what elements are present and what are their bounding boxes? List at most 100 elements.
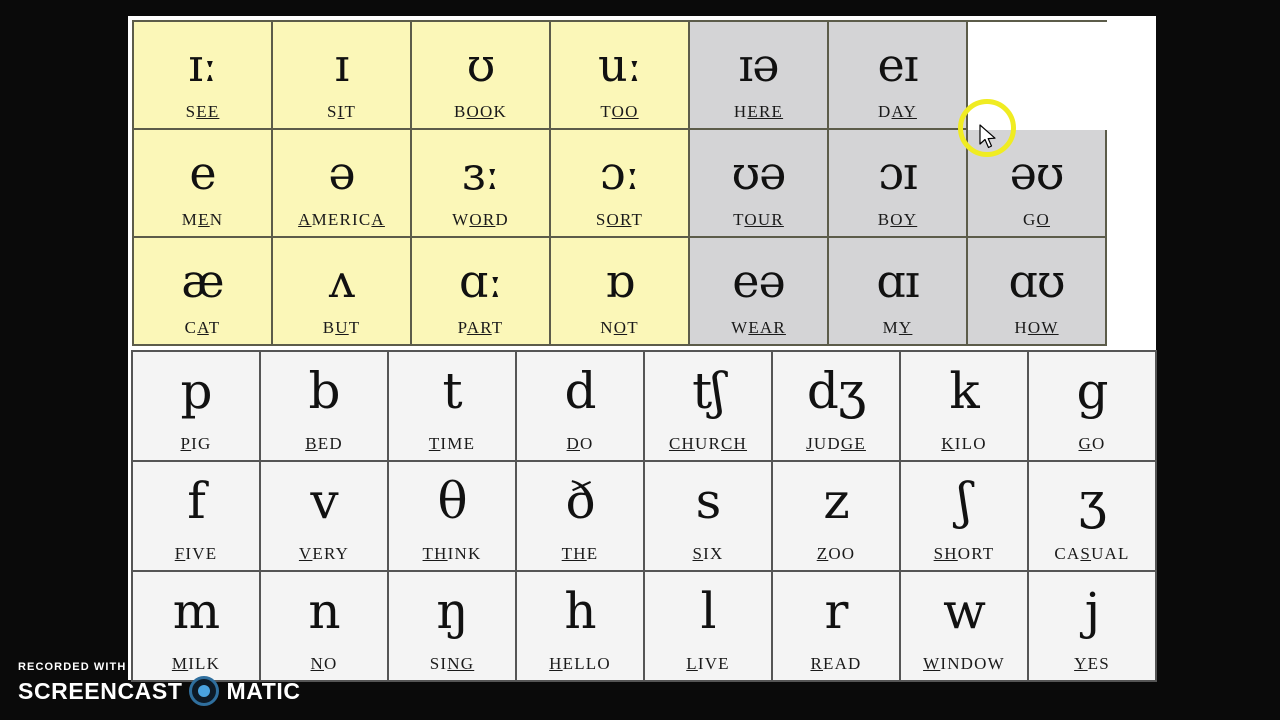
phoneme-cell-day[interactable]: eɪ DAY xyxy=(829,22,968,130)
ipa-symbol: ɪə xyxy=(738,38,780,92)
example-word: BED xyxy=(305,434,343,453)
phoneme-cell-here[interactable]: ɪə HERE xyxy=(690,22,829,130)
example-word: SIX xyxy=(692,544,724,563)
example-word: HELLO xyxy=(549,654,611,673)
ipa-symbol: uː xyxy=(597,38,642,92)
phoneme-cell-book[interactable]: ʊ BOOK xyxy=(412,22,551,130)
phoneme-cell-zoo[interactable]: z ZOO xyxy=(773,462,901,572)
example-word: PART xyxy=(457,318,504,337)
ipa-symbol: ɔː xyxy=(599,146,640,200)
ipa-symbol: d xyxy=(564,362,596,420)
phoneme-cell-casual[interactable]: ʒ CASUAL xyxy=(1029,462,1157,572)
phoneme-cell-sort[interactable]: ɔː SORT xyxy=(551,130,690,238)
example-word: DO xyxy=(566,434,594,453)
phoneme-cell-time[interactable]: t TIME xyxy=(389,352,517,462)
phoneme-cell-my[interactable]: ɑɪ MY xyxy=(829,238,968,346)
ipa-symbol: ʊə xyxy=(731,146,787,200)
ipa-symbol: ʌ xyxy=(329,254,355,308)
phoneme-cell-the[interactable]: ð THE xyxy=(517,462,645,572)
ipa-symbol: ɑʊ xyxy=(1008,254,1066,308)
phoneme-cell-part[interactable]: ɑː PART xyxy=(412,238,551,346)
phoneme-cell-short[interactable]: ʃ SHORT xyxy=(901,462,1029,572)
phoneme-cell-pig[interactable]: p PIG xyxy=(133,352,261,462)
example-word: JUDGE xyxy=(806,434,866,453)
phoneme-cell-america[interactable]: ə AMERICA xyxy=(273,130,412,238)
watermark-brand-left: SCREENCAST xyxy=(18,677,183,704)
ipa-symbol: ɒ xyxy=(605,254,634,308)
ipa-symbol: ʃ xyxy=(957,472,972,530)
ipa-symbol: ə xyxy=(328,146,355,200)
phoneme-cell-boy[interactable]: ɔɪ BOY xyxy=(829,130,968,238)
phoneme-cell-judge[interactable]: dʒ JUDGE xyxy=(773,352,901,462)
example-word: WINDOW xyxy=(923,654,1005,673)
ipa-symbol: b xyxy=(308,362,340,420)
example-word: SING xyxy=(429,654,475,673)
ipa-symbol: ð xyxy=(565,472,595,530)
ipa-symbol: ɪ xyxy=(334,38,350,92)
example-word: ZOO xyxy=(816,544,856,563)
phoneme-cell-go[interactable]: g GO xyxy=(1029,352,1157,462)
phoneme-cell-window[interactable]: w WINDOW xyxy=(901,572,1029,682)
phoneme-cell-five[interactable]: f FIVE xyxy=(133,462,261,572)
example-word: GO xyxy=(1023,210,1050,229)
ipa-symbol: s xyxy=(695,472,722,530)
ipa-symbol: ʊ xyxy=(466,38,496,92)
phoneme-cell-think[interactable]: θ THINK xyxy=(389,462,517,572)
example-word: NO xyxy=(310,654,338,673)
ipa-symbol: f xyxy=(187,472,205,530)
phoneme-cell-not[interactable]: ɒ NOT xyxy=(551,238,690,346)
example-word: TOO xyxy=(600,102,639,121)
phoneme-cell-yes[interactable]: j YES xyxy=(1029,572,1157,682)
phoneme-cell-too[interactable]: uː TOO xyxy=(551,22,690,130)
phoneme-cell-live[interactable]: l LIVE xyxy=(645,572,773,682)
example-word: CHURCH xyxy=(668,434,748,453)
ipa-symbol: əʊ xyxy=(1009,146,1065,200)
ipa-symbol: θ xyxy=(437,472,467,530)
ipa-symbol: e xyxy=(189,146,216,200)
example-word: NOT xyxy=(600,318,639,337)
watermark-recorded-with-label: RECORDED WITH xyxy=(18,661,127,673)
ipa-symbol: m xyxy=(172,582,220,640)
example-word: THINK xyxy=(422,544,482,563)
example-word: MEN xyxy=(181,210,224,229)
phoneme-cell-very[interactable]: v VERY xyxy=(261,462,389,572)
phoneme-cell-cat[interactable]: æ CAT xyxy=(134,238,273,346)
example-word: LIVE xyxy=(686,654,730,673)
ipa-symbol: v xyxy=(310,472,338,530)
ipa-symbol: l xyxy=(700,582,717,640)
phoneme-cell-how[interactable]: ɑʊ HOW xyxy=(968,238,1107,346)
phoneme-cell-six[interactable]: s SIX xyxy=(645,462,773,572)
example-word: TOUR xyxy=(733,210,784,229)
phoneme-cell-sit[interactable]: ɪ SIT xyxy=(273,22,412,130)
watermark-brand-right: MATIC xyxy=(226,677,301,704)
phoneme-cell-but[interactable]: ʌ BUT xyxy=(273,238,412,346)
phoneme-cell-tour[interactable]: ʊə TOUR xyxy=(690,130,829,238)
phoneme-cell-word[interactable]: ɜː WORD xyxy=(412,130,551,238)
watermark-brand: SCREENCAST MATIC xyxy=(18,676,301,706)
ipa-symbol: p xyxy=(180,362,212,420)
phoneme-cell-hello[interactable]: h HELLO xyxy=(517,572,645,682)
ipa-symbol: ʒ xyxy=(1078,472,1106,530)
phoneme-cell-see[interactable]: ɪː SEE xyxy=(134,22,273,130)
example-word: SIT xyxy=(326,102,357,121)
phoneme-cell-do[interactable]: d DO xyxy=(517,352,645,462)
ipa-symbol: r xyxy=(824,582,849,640)
phoneme-cell-sing[interactable]: ŋ SING xyxy=(389,572,517,682)
example-word: WEAR xyxy=(731,318,786,337)
phoneme-cell-wear[interactable]: eə WEAR xyxy=(690,238,829,346)
screen-recording-frame: ɪː SEE ɪ SIT ʊ BOOK uː TOO ɪə HERE eɪ DAY e MEN ə AMERI… xyxy=(0,0,1280,720)
ipa-symbol: ɪː xyxy=(188,38,217,92)
ipa-symbol: n xyxy=(308,582,340,640)
example-word: VERY xyxy=(298,544,350,563)
phoneme-cell-go[interactable]: əʊ GO xyxy=(968,130,1107,238)
phoneme-cell-church[interactable]: tʃ CHURCH xyxy=(645,352,773,462)
ipa-symbol: g xyxy=(1076,362,1108,420)
phoneme-cell-read[interactable]: r READ xyxy=(773,572,901,682)
example-word: CAT xyxy=(184,318,221,337)
example-word: TIME xyxy=(428,434,476,453)
phoneme-cell-men[interactable]: e MEN xyxy=(134,130,273,238)
screencast-logo-dot-icon xyxy=(198,685,211,697)
phoneme-cell-kilo[interactable]: k KILO xyxy=(901,352,1029,462)
example-word: DAY xyxy=(878,102,917,121)
phoneme-cell-bed[interactable]: b BED xyxy=(261,352,389,462)
